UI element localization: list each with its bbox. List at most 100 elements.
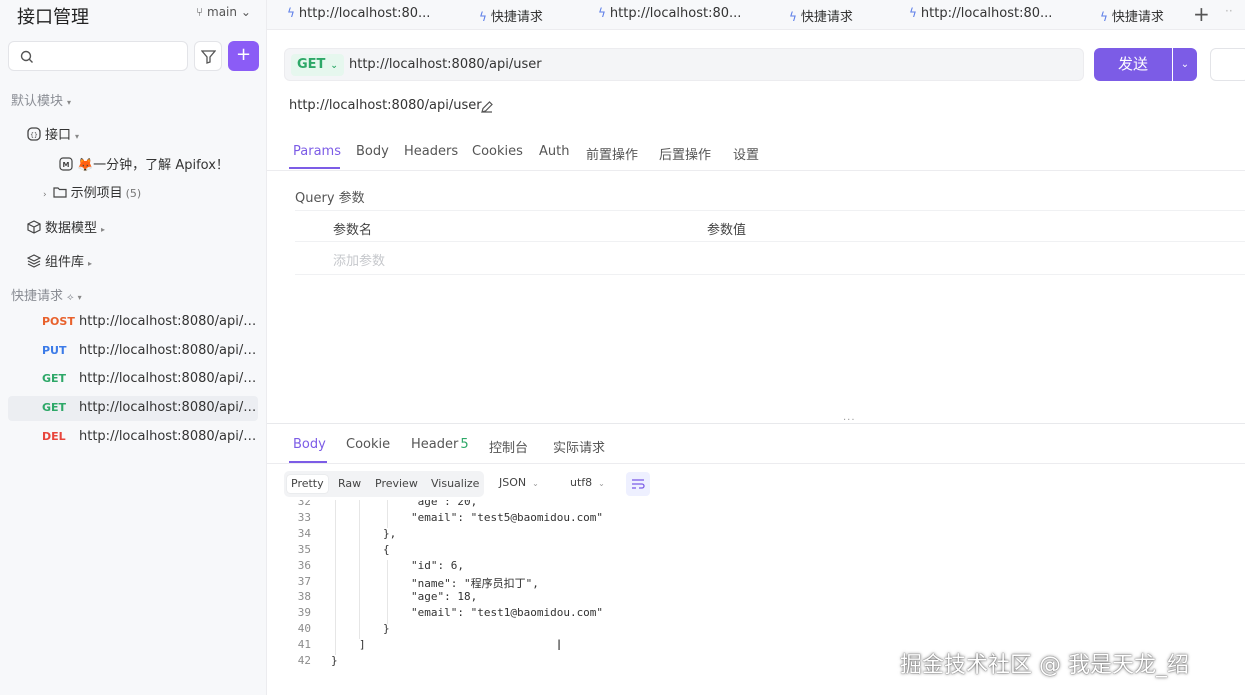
- view-visualize-button[interactable]: Visualize: [427, 475, 483, 493]
- line-number: 39: [297, 606, 311, 620]
- tree-item-sample-project[interactable]: › 示例项目 (5): [43, 182, 141, 201]
- tab-body[interactable]: Body: [356, 144, 389, 159]
- code-text: },: [383, 526, 397, 540]
- add-button[interactable]: +: [228, 41, 259, 71]
- edit-icon[interactable]: [480, 99, 494, 118]
- indent-guide: [335, 500, 336, 655]
- encoding-select[interactable]: utf8 ⌄: [570, 476, 605, 489]
- panel-splitter[interactable]: [267, 423, 1245, 424]
- params-table-row[interactable]: 添加参数: [295, 242, 1245, 275]
- tab-params[interactable]: Params: [293, 144, 341, 159]
- filter-button[interactable]: [194, 41, 222, 71]
- tab-actual-request[interactable]: 实际请求: [553, 437, 605, 456]
- caret-down-icon: ▾: [67, 98, 72, 107]
- view-raw-button[interactable]: Raw: [334, 475, 365, 493]
- send-dropdown-button[interactable]: ⌄: [1173, 48, 1197, 81]
- indent-guide: [359, 500, 360, 639]
- quick-request-item-active[interactable]: GET http://localhost:8080/api/u...: [8, 396, 258, 421]
- tab-response-cookie[interactable]: Cookie: [346, 437, 390, 452]
- tab-quick-request[interactable]: ϟ 快捷请求: [479, 0, 543, 30]
- quick-request-item[interactable]: POST http://localhost:8080/api/u...: [8, 310, 258, 335]
- tab-label: 快捷请求: [800, 10, 853, 25]
- tree-item-intro-doc[interactable]: M 🦊一分钟，了解 Apifox！: [59, 154, 229, 173]
- tab-request[interactable]: ϟ http://localhost:80...: [287, 0, 430, 30]
- request-url: http://localhost:8080/api/u...: [79, 314, 257, 329]
- default-module-section[interactable]: 默认模块 ▾: [11, 90, 71, 109]
- line-number: 41: [297, 638, 311, 652]
- tab-quick-request[interactable]: ϟ 快捷请求: [1100, 0, 1164, 30]
- add-param-input[interactable]: 添加参数: [333, 250, 385, 269]
- method-selector[interactable]: GET ⌄: [291, 54, 344, 76]
- request-url: http://localhost:8080/api/u...: [79, 400, 257, 415]
- bolt-icon: ϟ: [909, 6, 917, 20]
- tab-console[interactable]: 控制台: [489, 437, 528, 456]
- line-number: 40: [297, 622, 311, 636]
- tab-label: 快捷请求: [490, 10, 543, 25]
- more-icon[interactable]: ··: [1225, 4, 1233, 18]
- tree-item-data-models[interactable]: 数据模型 ▸: [27, 217, 105, 236]
- url-bar[interactable]: GET ⌄ http://localhost:8080/api/user: [284, 48, 1084, 81]
- tab-auth[interactable]: Auth: [539, 144, 569, 159]
- new-tab-button[interactable]: +: [1193, 2, 1210, 26]
- indent-guide: [387, 500, 388, 528]
- method-badge: GET: [42, 372, 67, 385]
- code-text: }: [331, 654, 338, 667]
- caret-right-icon: ▸: [101, 225, 106, 234]
- tab-request[interactable]: ϟ http://localhost:80...: [598, 0, 741, 30]
- send-button[interactable]: 发送: [1094, 48, 1172, 81]
- quick-request-item[interactable]: GET http://localhost:8080/api/u...: [8, 367, 258, 392]
- quick-symbol-icon: ⟡: [67, 292, 74, 303]
- select-value: JSON: [499, 476, 527, 489]
- tab-quick-request[interactable]: ϟ 快捷请求: [789, 0, 853, 30]
- line-number: 33: [297, 510, 311, 524]
- tab-response-body[interactable]: Body: [293, 437, 326, 452]
- code-text: }: [383, 622, 390, 636]
- params-table-header: 参数名 参数值: [295, 210, 1245, 242]
- drag-handle-icon[interactable]: ···: [843, 415, 856, 426]
- line-number: 32: [297, 500, 311, 508]
- line-number: 37: [297, 574, 311, 588]
- api-folder-icon: {}: [27, 127, 41, 141]
- save-button[interactable]: [1210, 48, 1245, 81]
- quick-request-section[interactable]: 快捷请求 ⟡ ▾: [11, 285, 82, 304]
- wrap-icon: [632, 479, 645, 489]
- view-mode-group: Pretty Raw Preview Visualize: [284, 471, 484, 497]
- code-text: "age": 18,: [411, 590, 478, 604]
- wrap-lines-button[interactable]: [626, 472, 650, 496]
- watermark: 掘金技术社区 @ 我是天龙_绍: [900, 653, 1189, 678]
- view-pretty-button[interactable]: Pretty: [287, 475, 328, 493]
- tree-item-label: 数据模型: [45, 221, 98, 236]
- branch-selector[interactable]: ⑂ main ⌄: [196, 5, 251, 19]
- search-input[interactable]: [8, 41, 188, 71]
- chevron-down-icon: ⌄: [330, 61, 338, 71]
- sidebar-title: 接口管理: [17, 7, 89, 28]
- quick-request-item[interactable]: PUT http://localhost:8080/api/u...: [8, 339, 258, 364]
- tab-post-operations[interactable]: 后置操作: [659, 144, 711, 163]
- method-badge: DEL: [42, 430, 66, 443]
- indent-guide: [387, 560, 388, 624]
- tab-label: Header: [411, 437, 459, 452]
- branch-icon: ⑂: [196, 5, 208, 19]
- tab-request[interactable]: ϟ http://localhost:80...: [909, 0, 1052, 30]
- column-header-name: 参数名: [333, 223, 373, 238]
- header-count-badge: 5: [460, 437, 469, 452]
- search-icon: [20, 50, 33, 63]
- method-badge: GET: [42, 401, 67, 414]
- url-input[interactable]: http://localhost:8080/api/user: [349, 57, 542, 72]
- chevron-down-icon: ⌄: [237, 5, 251, 19]
- format-select[interactable]: JSON ⌄: [499, 476, 539, 489]
- tree-item-interfaces[interactable]: {} 接口 ▾: [27, 124, 79, 143]
- tree-item-components[interactable]: 组件库 ▸: [26, 251, 92, 270]
- tab-settings[interactable]: 设置: [733, 144, 759, 163]
- view-preview-button[interactable]: Preview: [371, 475, 422, 493]
- tab-pre-operations[interactable]: 前置操作: [586, 144, 638, 163]
- tab-response-header[interactable]: Header 5: [411, 437, 469, 452]
- query-params-title: Query 参数: [295, 191, 365, 206]
- code-text: "id": 6,: [411, 558, 464, 572]
- tab-label: http://localhost:80...: [298, 6, 431, 21]
- bolt-icon: ϟ: [287, 6, 295, 20]
- quick-request-item[interactable]: DEL http://localhost:8080/api/u...: [8, 425, 258, 450]
- tab-cookies[interactable]: Cookies: [472, 144, 523, 159]
- sidebar: 接口管理 ⑂ main ⌄ + 默认模块 ▾ {} 接口 ▾ M 🦊一分钟，了解 Api…: [0, 0, 267, 695]
- tab-headers[interactable]: Headers: [404, 144, 458, 159]
